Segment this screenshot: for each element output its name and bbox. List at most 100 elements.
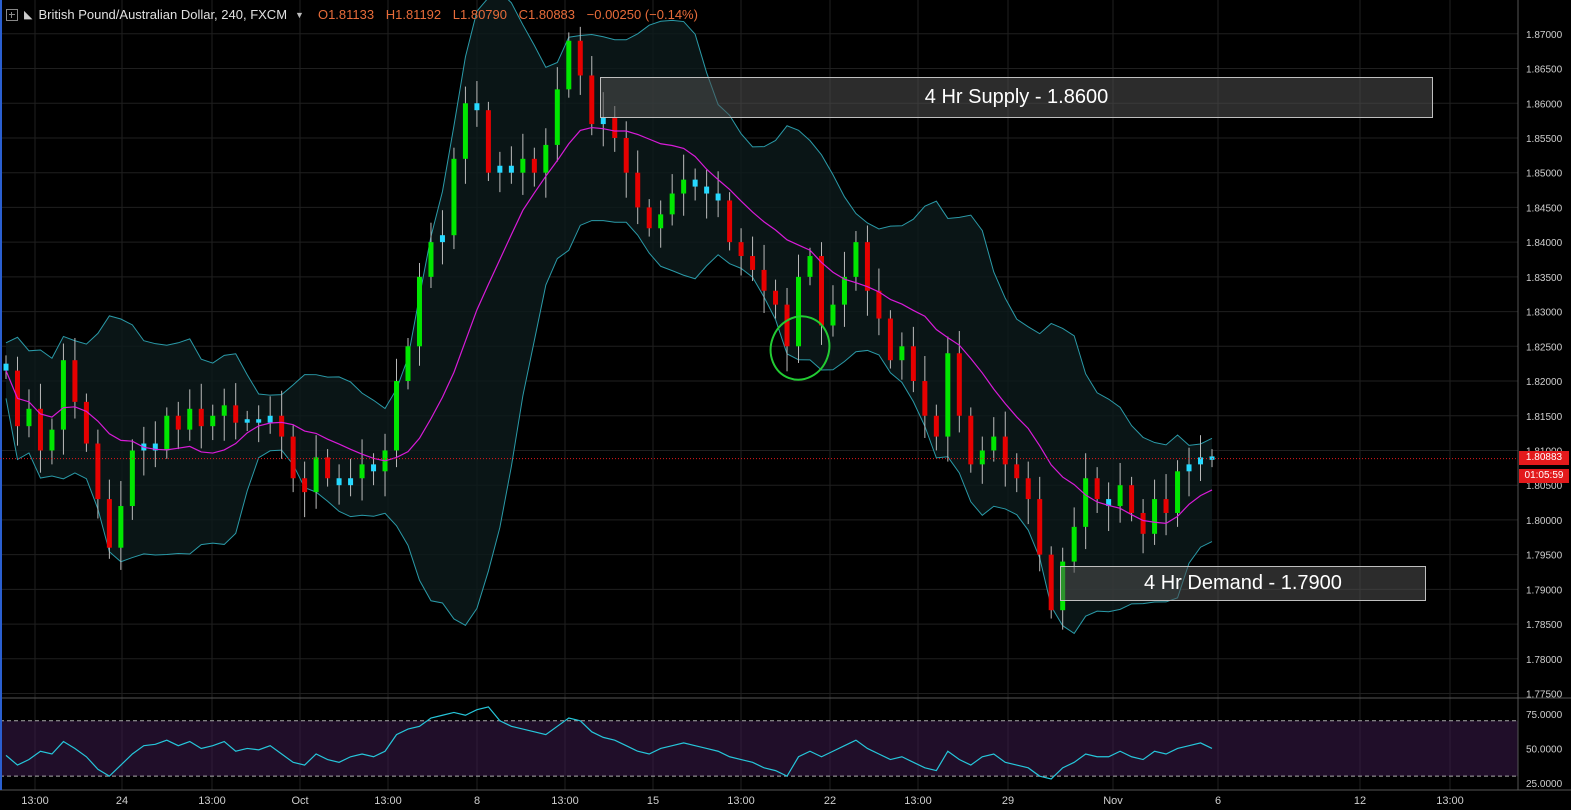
candle-body	[715, 193, 721, 201]
x-tick-label: 13:00	[198, 795, 226, 807]
candle-body	[692, 179, 698, 187]
candle-body	[508, 165, 514, 173]
candle-body	[279, 415, 285, 437]
candle-body	[497, 165, 503, 173]
candle-body	[1163, 499, 1169, 513]
candle-body	[462, 103, 468, 159]
candle-body	[359, 464, 365, 479]
candle-body	[3, 363, 9, 371]
close-value: C1.80883	[518, 7, 576, 22]
x-tick-label: 8	[474, 795, 480, 807]
rsi-tick-label: 25.0000	[1526, 779, 1563, 790]
candle-body	[646, 207, 652, 229]
y-tick-label: 1.84500	[1526, 203, 1563, 214]
candle-body	[566, 40, 572, 90]
candle-body	[1025, 478, 1031, 500]
candle-body	[887, 318, 893, 361]
candle-body	[474, 103, 480, 111]
chevron-down-icon[interactable]: ▼	[295, 10, 304, 20]
candle-body	[727, 200, 733, 243]
candle-body	[1014, 464, 1020, 479]
y-tick-label: 1.77500	[1526, 690, 1563, 701]
candle-body	[1129, 485, 1135, 513]
x-tick-label: Oct	[291, 795, 308, 807]
candle-body	[807, 256, 813, 277]
open-value: O1.81133	[317, 7, 375, 22]
candle-body	[187, 408, 193, 430]
candle-body	[60, 360, 66, 430]
x-tick-label: 12	[1354, 795, 1366, 807]
candle-body	[531, 158, 537, 173]
candle-body	[439, 235, 445, 243]
candle-body	[49, 429, 55, 451]
candle-body	[267, 415, 273, 423]
candle-body	[348, 478, 354, 486]
x-tick-label: 13:00	[551, 795, 579, 807]
candle-body	[841, 276, 847, 305]
demand-zone-label[interactable]: 4 Hr Demand - 1.7900	[1060, 566, 1426, 601]
y-tick-label: 1.81500	[1526, 412, 1563, 423]
x-tick-label: Nov	[1103, 795, 1123, 807]
x-tick-label: 13:00	[374, 795, 402, 807]
y-tick-label: 1.80000	[1526, 516, 1563, 527]
x-tick-label: 6	[1215, 795, 1221, 807]
x-tick-label: 29	[1002, 795, 1014, 807]
rsi-tick-label: 50.0000	[1526, 744, 1563, 755]
candle-body	[256, 419, 262, 423]
candle-body	[164, 415, 170, 451]
candle-body	[26, 408, 32, 427]
candle-body	[945, 353, 951, 437]
candle-body	[371, 464, 377, 472]
candle-body	[244, 419, 250, 423]
candle-body	[106, 499, 112, 548]
candle-body	[302, 478, 308, 493]
last-price-tag: 1.80883	[1519, 451, 1569, 465]
y-tick-label: 1.86000	[1526, 99, 1563, 110]
candle-body	[623, 137, 629, 173]
high-value: H1.81192	[385, 7, 442, 22]
candle-body	[290, 436, 296, 479]
candle-body	[72, 360, 78, 402]
candle-body	[394, 381, 400, 451]
supply-zone-label[interactable]: 4 Hr Supply - 1.8600	[600, 77, 1433, 118]
change-value: −0.00250 (−0.14%)	[586, 7, 698, 22]
candle-body	[543, 144, 549, 173]
candle-body	[658, 214, 664, 229]
y-tick-label: 1.87000	[1526, 30, 1563, 41]
candle-body	[554, 89, 560, 145]
x-tick-label: 13:00	[727, 795, 755, 807]
candle-body	[738, 242, 744, 257]
candle-body	[864, 242, 870, 291]
y-tick-label: 1.79500	[1526, 551, 1563, 562]
candle-body	[991, 436, 997, 451]
candle-body	[451, 158, 457, 236]
candle-body	[1071, 526, 1077, 562]
candle-body	[1152, 499, 1158, 534]
y-tick-label: 1.84000	[1526, 238, 1563, 249]
candle-body	[416, 276, 422, 347]
candle-body	[1117, 485, 1123, 507]
price-chart[interactable]: 13:00 24 13:00 Oct 13:00 8 13:00 15 13:00 22 13:00…	[0, 0, 1571, 810]
y-tick-label: 1.83500	[1526, 273, 1563, 284]
candle-body	[910, 346, 916, 382]
candle-body	[750, 256, 756, 270]
candle-body	[773, 290, 779, 305]
bar-countdown-tag: 01:05:59	[1519, 469, 1569, 483]
symbol-title[interactable]: British Pound/Australian Dollar, 240, FX…	[38, 7, 287, 22]
candle-body	[922, 381, 928, 416]
collapse-icon[interactable]	[6, 8, 18, 21]
x-tick-label: 13:00	[1436, 795, 1464, 807]
y-tick-label: 1.86500	[1526, 65, 1563, 76]
rsi-tick-label: 75.0000	[1526, 710, 1563, 721]
x-tick-label: 13:00	[904, 795, 932, 807]
candle-body	[796, 276, 802, 347]
candle-body	[761, 269, 767, 291]
candle-body	[704, 186, 710, 194]
ohlc-values: O1.81133 H1.81192 L1.80790 C1.80883 −0.0…	[318, 7, 706, 22]
candle-body	[233, 405, 239, 423]
candle-body	[818, 256, 824, 326]
symbol-flag-icon: ◣	[24, 9, 33, 21]
candle-body	[428, 242, 434, 277]
x-tick-label: 13:00	[21, 795, 49, 807]
candle-body	[336, 478, 342, 486]
